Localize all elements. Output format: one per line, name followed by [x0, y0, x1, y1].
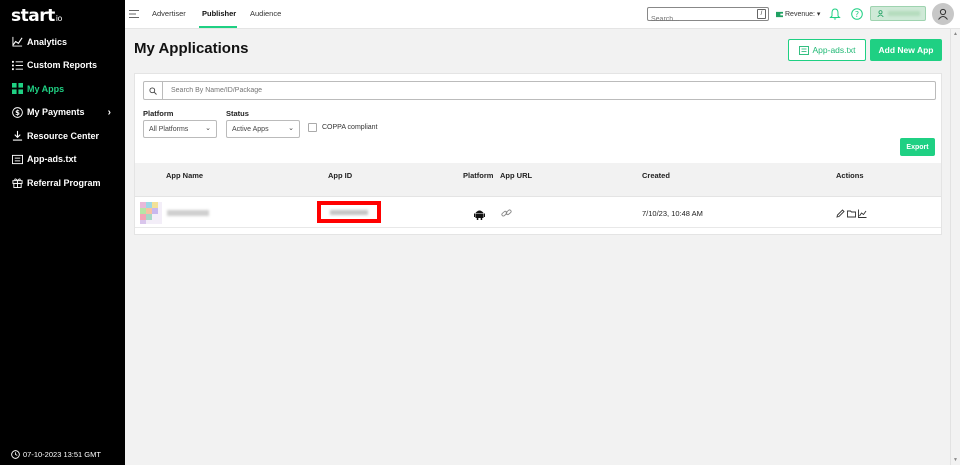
sidebar-item-analytics[interactable]: Analytics [0, 30, 125, 54]
sidebar: startio Analytics Custom Reports My Apps… [0, 0, 125, 465]
tab-audience[interactable]: Audience [250, 9, 281, 18]
edit-icon[interactable] [836, 209, 845, 218]
app-name-redacted[interactable] [167, 210, 209, 216]
col-platform[interactable]: Platform [463, 171, 493, 180]
search-shortcut-hint: / [757, 9, 766, 19]
clock-icon [11, 450, 20, 459]
sidebar-item-label: Custom Reports [27, 60, 98, 71]
stats-chart-icon[interactable] [858, 209, 867, 218]
bell-icon[interactable] [829, 8, 841, 20]
platform-select[interactable]: All Platforms ⌄ [143, 120, 217, 138]
wallet-icon [776, 11, 783, 17]
search-icon [144, 82, 163, 99]
sidebar-item-custom-reports[interactable]: Custom Reports [0, 54, 125, 78]
col-app-url[interactable]: App URL [500, 171, 532, 180]
created-date: 7/10/23, 10:48 AM [642, 209, 703, 218]
chevron-right-icon[interactable]: › [108, 107, 111, 118]
apps-search-input[interactable] [163, 82, 935, 99]
apps-grid-icon [12, 83, 23, 95]
app-id-highlight [317, 201, 381, 223]
global-search-input[interactable] [648, 13, 748, 26]
col-created[interactable]: Created [642, 171, 670, 180]
sidebar-item-label: Resource Center [27, 130, 100, 141]
app-ads-txt-button[interactable]: App-ads.txt [788, 39, 866, 61]
page-title: My Applications [134, 40, 249, 57]
brand-logo[interactable]: startio [11, 6, 62, 26]
sidebar-nav: Analytics Custom Reports My Apps $ My Pa… [0, 30, 125, 195]
export-button[interactable]: Export [900, 138, 935, 156]
sidebar-item-app-ads[interactable]: App-ads.txt [0, 148, 125, 172]
top-bar: Advertiser Publisher Audience / Revenue:… [125, 0, 960, 29]
menu-icon[interactable] [129, 9, 139, 19]
app-ads-txt-label: App-ads.txt [812, 45, 856, 55]
document-icon [798, 45, 809, 55]
scroll-up-icon[interactable]: ▲ [953, 31, 958, 37]
sidebar-item-my-apps[interactable]: My Apps [0, 77, 125, 101]
user-icon [877, 10, 884, 17]
sidebar-item-label: Referral Program [27, 177, 101, 188]
global-search[interactable]: / [647, 7, 769, 26]
list-icon [12, 60, 23, 71]
account-name-redacted [888, 11, 920, 16]
sidebar-item-label: My Apps [27, 83, 65, 94]
app-id-redacted[interactable] [330, 209, 368, 215]
col-app-id[interactable]: App ID [328, 171, 352, 180]
tab-advertiser[interactable]: Advertiser [152, 9, 186, 18]
add-new-app-button[interactable]: Add New App [870, 39, 942, 61]
active-tab-indicator [199, 26, 237, 28]
status-select-value: Active Apps [232, 125, 269, 133]
gift-icon [12, 177, 23, 189]
coppa-filter[interactable]: COPPA compliant [308, 123, 378, 132]
apps-panel: Platform All Platforms ⌄ Status Active A… [134, 73, 942, 235]
folder-icon[interactable] [847, 209, 856, 218]
status-select[interactable]: Active Apps ⌄ [226, 120, 300, 138]
page-scrollbar[interactable]: ▲ ▼ [950, 29, 960, 465]
document-icon [12, 154, 23, 165]
chevron-down-icon: ⌄ [288, 125, 294, 132]
scroll-down-icon[interactable]: ▼ [953, 457, 958, 463]
sidebar-item-label: App-ads.txt [27, 154, 77, 165]
sidebar-item-label: My Payments [27, 107, 85, 118]
revenue-label: Revenue: ▾ [785, 11, 821, 18]
download-icon [12, 130, 23, 141]
server-time-text: 07-10-2023 13:51 GMT [23, 450, 101, 459]
platform-filter-label: Platform [143, 109, 174, 118]
table-row[interactable]: 7/10/23, 10:48 AM [135, 198, 941, 228]
sidebar-item-label: Analytics [27, 36, 68, 47]
apps-search[interactable] [143, 81, 936, 100]
help-icon[interactable]: ? [851, 8, 863, 20]
sidebar-item-referral-program[interactable]: Referral Program [0, 171, 125, 195]
tab-publisher[interactable]: Publisher [202, 9, 236, 18]
svg-text:?: ? [855, 10, 859, 19]
platform-select-value: All Platforms [149, 125, 189, 133]
user-avatar-icon [938, 8, 948, 20]
account-button[interactable] [870, 6, 926, 21]
sidebar-item-resource-center[interactable]: Resource Center [0, 124, 125, 148]
server-time: 07-10-2023 13:51 GMT [11, 450, 101, 459]
dollar-icon: $ [12, 106, 23, 118]
status-filter-label: Status [226, 109, 249, 118]
coppa-checkbox[interactable] [308, 123, 317, 132]
table-header: App Name App ID Platform App URL Created… [135, 163, 941, 197]
chevron-down-icon: ⌄ [205, 125, 211, 132]
svg-text:$: $ [15, 109, 20, 117]
coppa-label: COPPA compliant [322, 124, 378, 131]
app-icon [140, 202, 162, 224]
col-actions: Actions [836, 171, 864, 180]
sidebar-item-my-payments[interactable]: $ My Payments › [0, 101, 125, 125]
android-icon [474, 210, 485, 220]
avatar[interactable] [932, 3, 954, 25]
col-app-name[interactable]: App Name [166, 171, 203, 180]
chart-line-icon [12, 36, 23, 47]
link-icon[interactable] [501, 208, 512, 218]
revenue-dropdown[interactable]: Revenue: ▾ [776, 10, 820, 18]
